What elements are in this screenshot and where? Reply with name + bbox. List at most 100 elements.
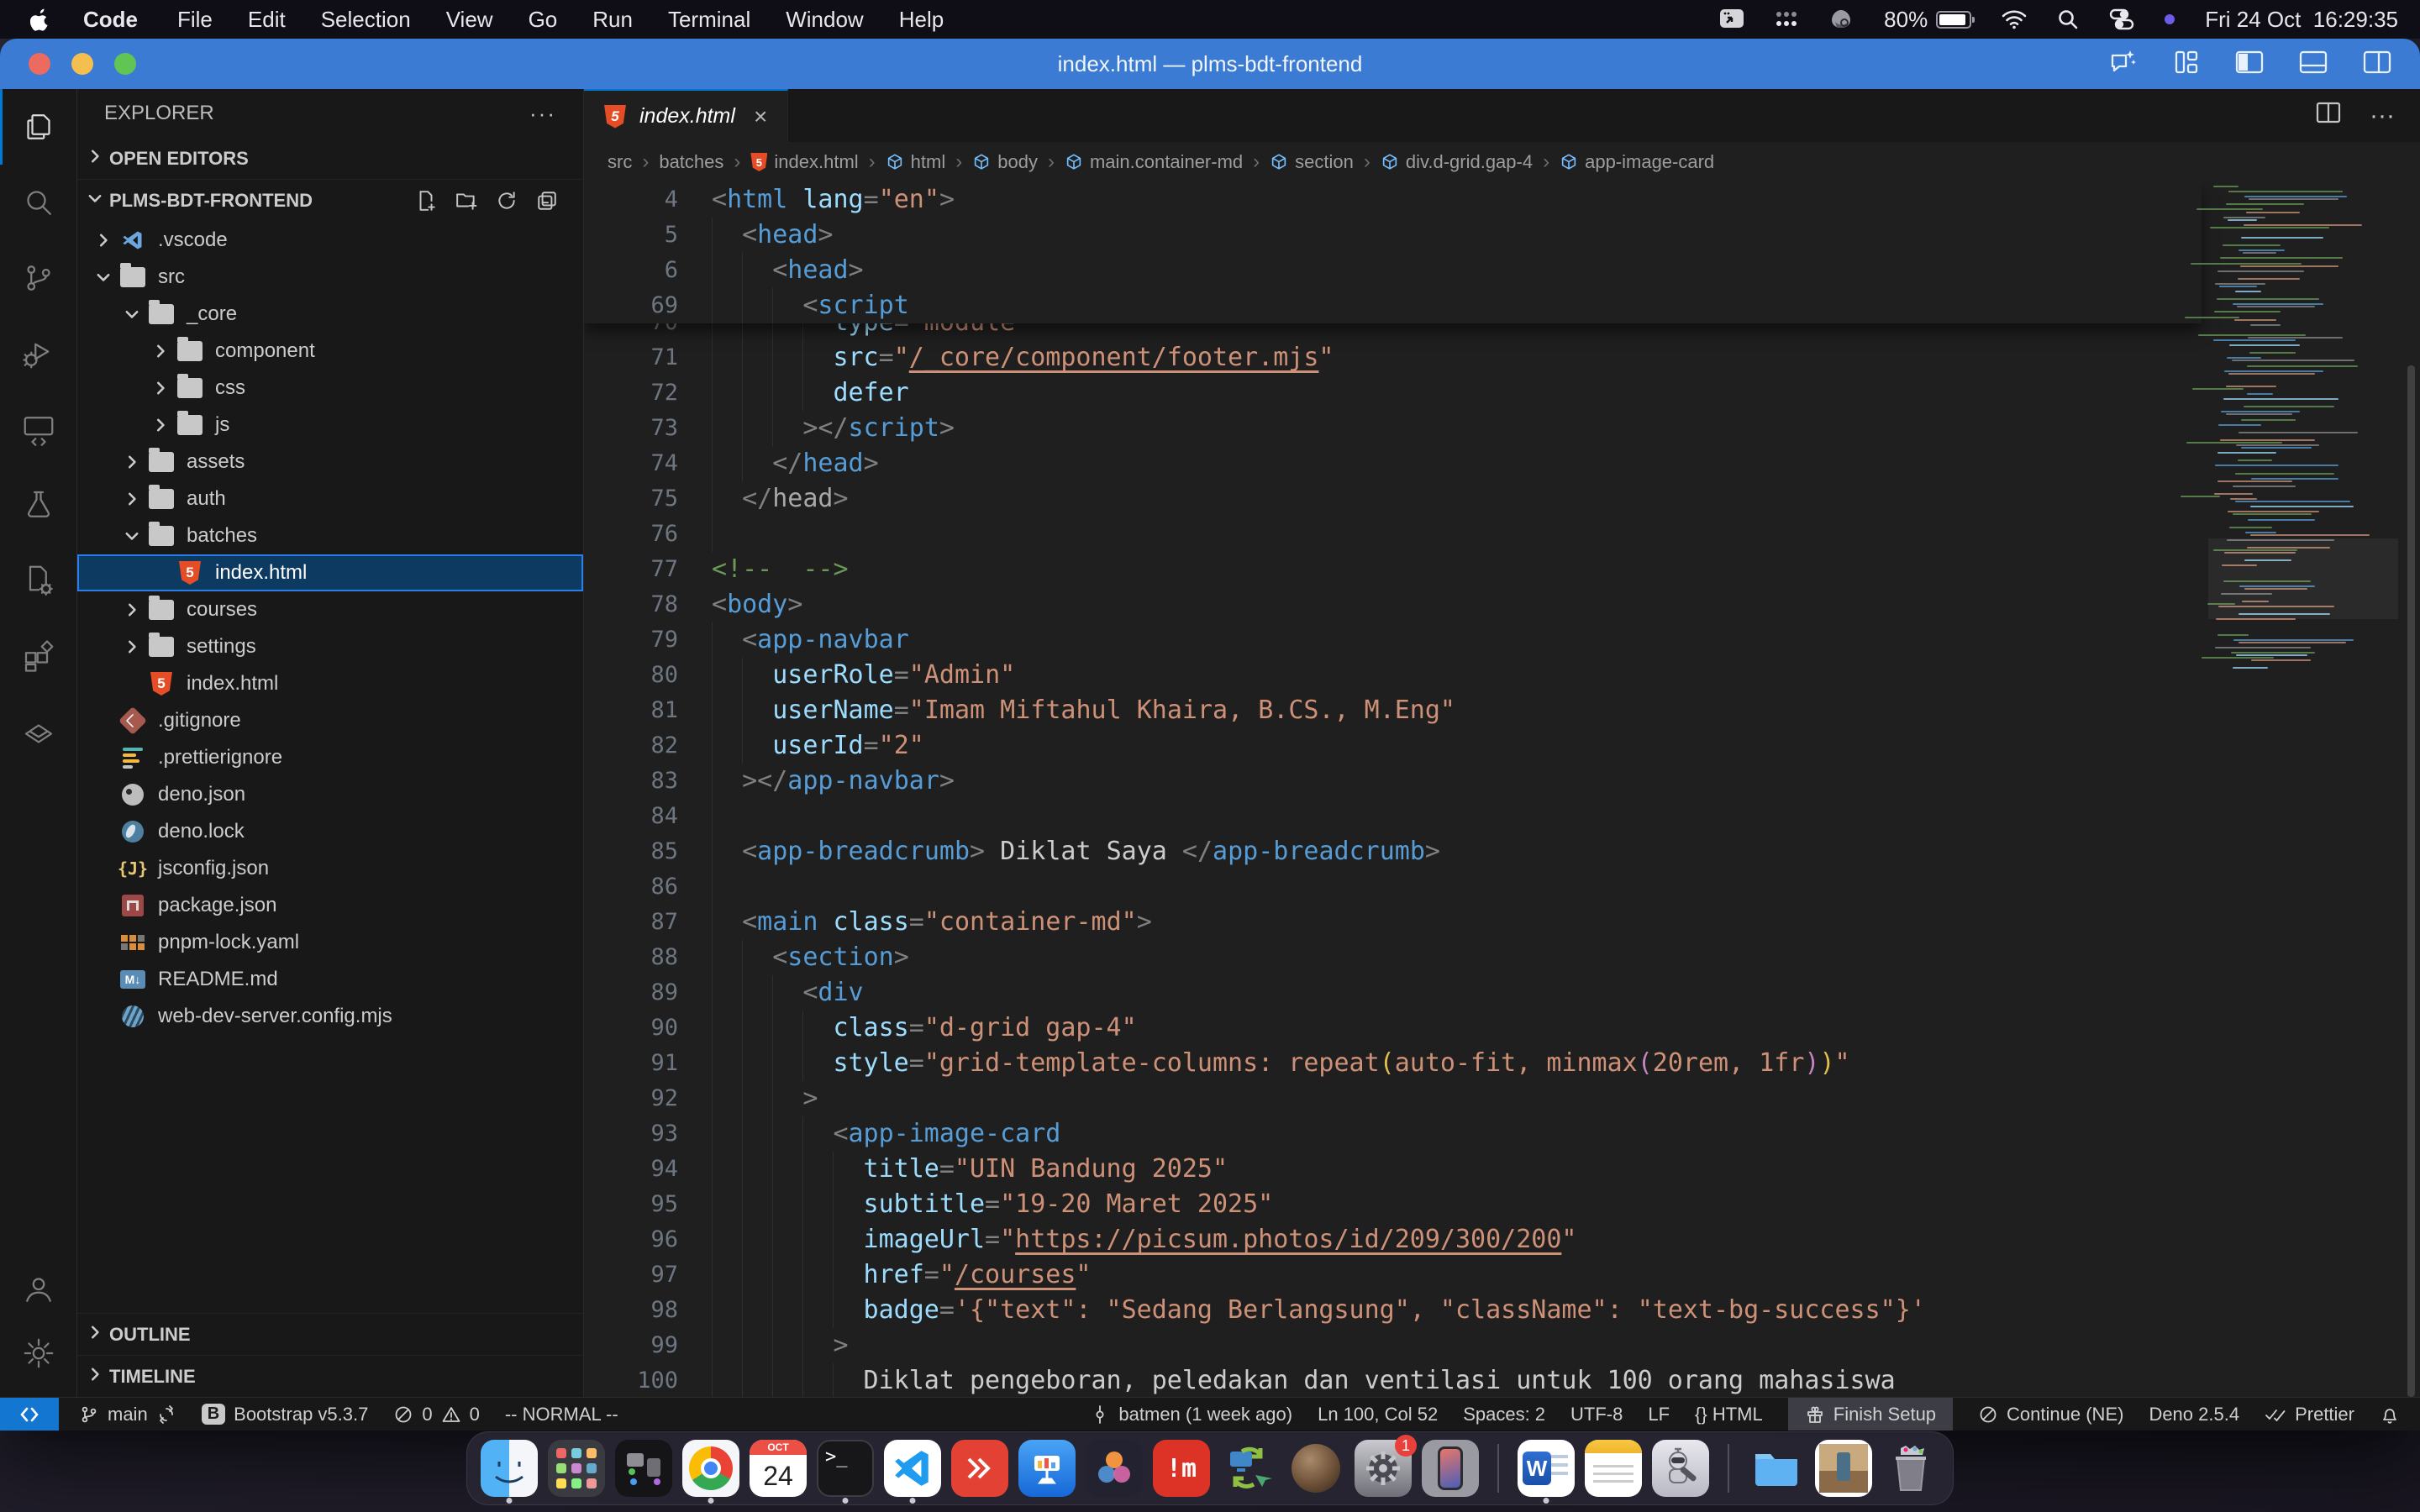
code-line-98[interactable]: 98 badge='{"text": "Sedang Berlangsung",… <box>584 1293 2202 1328</box>
split-editor-icon[interactable] <box>2316 101 2341 131</box>
tab-index-html[interactable]: 5 index.html × <box>584 89 788 142</box>
status-spaces-2[interactable]: Spaces: 2 <box>1463 1398 1545 1431</box>
status-utf-8[interactable]: UTF-8 <box>1570 1398 1623 1431</box>
code-line-89[interactable]: 89 <div <box>584 975 2202 1011</box>
activity-testing-icon[interactable] <box>0 467 77 543</box>
menu-item-run[interactable]: Run <box>575 7 650 32</box>
activity-hex-extension-icon[interactable] <box>0 694 77 769</box>
dock-item-image-file[interactable] <box>1815 1440 1872 1497</box>
code-line-81[interactable]: 81 userName="Imam Miftahul Khaira, B.CS.… <box>584 693 2202 728</box>
dock-item-finder[interactable] <box>481 1440 538 1497</box>
code-line-71[interactable]: 71 src="/_core/component/footer.mjs" <box>584 340 2202 375</box>
code-line-78[interactable]: 78 <body> <box>584 587 2202 622</box>
dock-item-sync-app[interactable] <box>1220 1440 1277 1497</box>
status-finish-setup[interactable]: Finish Setup <box>1788 1398 1953 1431</box>
minimize-window-button[interactable] <box>71 53 93 75</box>
tree-item-css[interactable]: css <box>77 370 583 407</box>
status--html[interactable]: {} HTML <box>1695 1398 1763 1431</box>
activity-settings-gear-icon[interactable] <box>0 1321 77 1385</box>
zoom-window-button[interactable] <box>114 53 136 75</box>
window-titlebar[interactable]: index.html — plms-bdt-frontend <box>0 39 2420 89</box>
close-window-button[interactable] <box>29 53 50 75</box>
collapse-all-icon[interactable] <box>536 190 558 212</box>
menu-item-file[interactable]: File <box>160 7 230 32</box>
editor-more-actions-icon[interactable]: ··· <box>2370 102 2395 130</box>
breadcrumb-item-index-html[interactable]: 5index.html <box>750 151 858 173</box>
close-tab-icon[interactable]: × <box>754 103 767 130</box>
code-line-83[interactable]: 83 ></app-navbar> <box>584 764 2202 799</box>
status-batmen-1-week-ago-[interactable]: batmen (1 week ago) <box>1090 1398 1292 1431</box>
code-line-91[interactable]: 91 style="grid-template-columns: repeat(… <box>584 1046 2202 1081</box>
tree-item-readme-md[interactable]: M↓ README.md <box>77 961 583 998</box>
editor-scrollbar[interactable] <box>2407 365 2415 1397</box>
tree-item-assets[interactable]: assets <box>77 444 583 480</box>
menu-item-terminal[interactable]: Terminal <box>650 7 768 32</box>
code-line-87[interactable]: 87 <main class="container-md"> <box>584 905 2202 940</box>
dock-item-folder-downloads[interactable] <box>1748 1440 1805 1497</box>
spotlight-search-icon[interactable] <box>2057 8 2079 30</box>
status-prettier[interactable]: Prettier <box>2265 1398 2354 1431</box>
tree-item-settings[interactable]: settings <box>77 628 583 665</box>
sidebar-section-outline[interactable]: OUTLINE <box>77 1313 583 1355</box>
dock-item-planet-app[interactable] <box>1287 1440 1344 1497</box>
toggle-secondary-sidebar-icon[interactable] <box>2363 50 2391 79</box>
code-line-6[interactable]: 6 <head> <box>584 253 2202 288</box>
code-line-86[interactable]: 86 <box>584 869 2202 905</box>
tree-item-web-dev-server-config-mjs[interactable]: web-dev-server.config.mjs <box>77 998 583 1035</box>
menu-item-edit[interactable]: Edit <box>230 7 303 32</box>
code-line-82[interactable]: 82 userId="2" <box>584 728 2202 764</box>
menu-item-go[interactable]: Go <box>511 7 576 32</box>
dock-item-keynote[interactable] <box>1018 1440 1076 1497</box>
breadcrumb-item-main-container-md[interactable]: main.container-md <box>1065 151 1243 173</box>
dock-item-terminal[interactable]: >_ <box>817 1440 874 1497</box>
status-deno-2-5-4[interactable]: Deno 2.5.4 <box>2149 1398 2239 1431</box>
dock-item-chrome[interactable] <box>682 1440 739 1497</box>
tree-item--core[interactable]: _core <box>77 296 583 333</box>
code-line-72[interactable]: 72 defer <box>584 375 2202 411</box>
breadcrumb-item-div-d-grid-gap-4[interactable]: div.d-grid.gap-4 <box>1381 151 1533 173</box>
code-line-93[interactable]: 93 <app-image-card <box>584 1116 2202 1152</box>
copilot-chat-icon[interactable] <box>2109 49 2138 80</box>
refresh-icon[interactable] <box>496 190 518 212</box>
code-line-97[interactable]: 97 href="/courses" <box>584 1257 2202 1293</box>
tree-item-package-json[interactable]: package.json <box>77 887 583 924</box>
tree-item--vscode[interactable]: .vscode <box>77 222 583 259</box>
status-main[interactable]: main <box>79 1398 176 1431</box>
dock-item-window-manager[interactable] <box>615 1440 672 1497</box>
breadcrumb-item-src[interactable]: src <box>608 151 632 173</box>
status-ln-100-col-52[interactable]: Ln 100, Col 52 <box>1318 1398 1438 1431</box>
tree-item-deno-lock[interactable]: deno.lock <box>77 813 583 850</box>
code-line-100[interactable]: 100 Diklat pengeboran, peledakan dan ven… <box>584 1363 2202 1397</box>
sidebar-section-timeline[interactable]: TIMELINE <box>77 1355 583 1397</box>
dock-item-red-m-app[interactable]: !m <box>1153 1440 1210 1497</box>
tree-item-batches[interactable]: batches <box>77 517 583 554</box>
screen-mirroring-icon[interactable] <box>1719 8 1744 30</box>
code-editor[interactable]: 70 type="module" 71 src="/_core/componen… <box>584 182 2420 1397</box>
app-blob-icon[interactable] <box>1828 8 1854 30</box>
activity-remote-explorer-icon[interactable] <box>0 391 77 467</box>
tree-item-js[interactable]: js <box>77 407 583 444</box>
activity-file-gear-icon[interactable] <box>0 543 77 618</box>
breadcrumb-item-app-image-card[interactable]: app-image-card <box>1560 151 1714 173</box>
control-center-icon[interactable] <box>2109 8 2134 30</box>
code-line-92[interactable]: 92 > <box>584 1081 2202 1116</box>
menu-item-code[interactable]: Code <box>66 7 160 32</box>
activity-source-control-icon[interactable] <box>0 240 77 316</box>
breadcrumb-item-section[interactable]: section <box>1270 151 1354 173</box>
menu-item-window[interactable]: Window <box>768 7 881 32</box>
code-line-5[interactable]: 5 <head> <box>584 218 2202 253</box>
code-line-69[interactable]: 69 <script <box>584 288 2202 323</box>
dock-item-automator[interactable] <box>1652 1440 1709 1497</box>
new-folder-icon[interactable] <box>455 190 477 212</box>
grid-dots-icon[interactable] <box>1775 8 1798 30</box>
toggle-primary-sidebar-icon[interactable] <box>2235 50 2264 79</box>
dock-item-launchpad[interactable] <box>548 1440 605 1497</box>
tree-item--prettierignore[interactable]: .prettierignore <box>77 739 583 776</box>
status-continue-ne-[interactable]: Continue (NE) <box>1978 1398 2123 1431</box>
code-line-76[interactable]: 76 <box>584 517 2202 552</box>
tree-item-component[interactable]: component <box>77 333 583 370</box>
dock-item-calendar[interactable]: OCT24 <box>750 1440 807 1497</box>
tree-item-index-html[interactable]: 5 index.html <box>77 554 583 591</box>
menu-item-view[interactable]: View <box>429 7 511 32</box>
tree-item-jsconfig-json[interactable]: {J} jsconfig.json <box>77 850 583 887</box>
